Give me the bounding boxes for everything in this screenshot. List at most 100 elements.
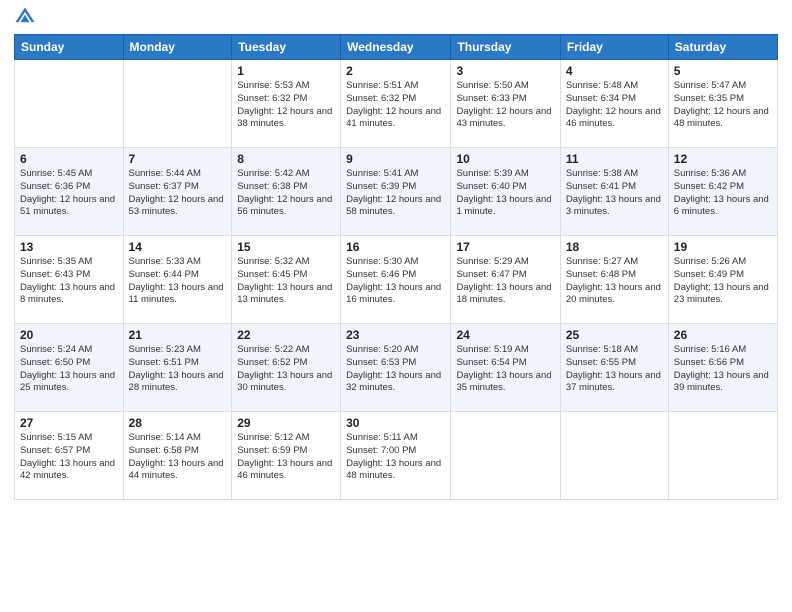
weekday-header-tuesday: Tuesday bbox=[232, 35, 341, 60]
day-info: Sunrise: 5:18 AM Sunset: 6:55 PM Dayligh… bbox=[566, 344, 663, 395]
day-info: Sunrise: 5:19 AM Sunset: 6:54 PM Dayligh… bbox=[456, 344, 554, 395]
day-info: Sunrise: 5:48 AM Sunset: 6:34 PM Dayligh… bbox=[566, 80, 663, 131]
calendar-cell: 18 Sunrise: 5:27 AM Sunset: 6:48 PM Dayli… bbox=[560, 236, 668, 324]
day-info: Sunrise: 5:51 AM Sunset: 6:32 PM Dayligh… bbox=[346, 80, 445, 131]
calendar-cell: 11 Sunrise: 5:38 AM Sunset: 6:41 PM Dayli… bbox=[560, 148, 668, 236]
calendar-cell: 14 Sunrise: 5:33 AM Sunset: 6:44 PM Dayli… bbox=[123, 236, 232, 324]
day-number: 15 bbox=[237, 240, 335, 254]
day-number: 29 bbox=[237, 416, 335, 430]
calendar-cell bbox=[668, 412, 777, 500]
calendar-cell: 9 Sunrise: 5:41 AM Sunset: 6:39 PM Daylig… bbox=[341, 148, 451, 236]
day-info: Sunrise: 5:20 AM Sunset: 6:53 PM Dayligh… bbox=[346, 344, 445, 395]
day-number: 26 bbox=[674, 328, 772, 342]
weekday-header-friday: Friday bbox=[560, 35, 668, 60]
day-info: Sunrise: 5:16 AM Sunset: 6:56 PM Dayligh… bbox=[674, 344, 772, 395]
day-number: 4 bbox=[566, 64, 663, 78]
calendar-cell: 30 Sunrise: 5:11 AM Sunset: 7:00 PM Dayli… bbox=[341, 412, 451, 500]
week-row-4: 20 Sunrise: 5:24 AM Sunset: 6:50 PM Dayli… bbox=[15, 324, 778, 412]
day-info: Sunrise: 5:50 AM Sunset: 6:33 PM Dayligh… bbox=[456, 80, 554, 131]
calendar-cell bbox=[123, 60, 232, 148]
day-number: 2 bbox=[346, 64, 445, 78]
day-info: Sunrise: 5:38 AM Sunset: 6:41 PM Dayligh… bbox=[566, 168, 663, 219]
day-number: 16 bbox=[346, 240, 445, 254]
day-info: Sunrise: 5:53 AM Sunset: 6:32 PM Dayligh… bbox=[237, 80, 335, 131]
day-number: 22 bbox=[237, 328, 335, 342]
logo bbox=[14, 10, 38, 28]
day-number: 21 bbox=[129, 328, 227, 342]
calendar-cell: 13 Sunrise: 5:35 AM Sunset: 6:43 PM Dayli… bbox=[15, 236, 124, 324]
day-info: Sunrise: 5:11 AM Sunset: 7:00 PM Dayligh… bbox=[346, 432, 445, 483]
weekday-header-saturday: Saturday bbox=[668, 35, 777, 60]
calendar-cell: 21 Sunrise: 5:23 AM Sunset: 6:51 PM Dayli… bbox=[123, 324, 232, 412]
weekday-header-monday: Monday bbox=[123, 35, 232, 60]
calendar-cell bbox=[560, 412, 668, 500]
day-number: 14 bbox=[129, 240, 227, 254]
page: SundayMondayTuesdayWednesdayThursdayFrid… bbox=[0, 0, 792, 612]
day-info: Sunrise: 5:33 AM Sunset: 6:44 PM Dayligh… bbox=[129, 256, 227, 307]
day-info: Sunrise: 5:35 AM Sunset: 6:43 PM Dayligh… bbox=[20, 256, 118, 307]
header bbox=[14, 10, 778, 28]
day-number: 30 bbox=[346, 416, 445, 430]
calendar-cell: 23Sunrise: 5:20 AM Sunset: 6:53 PM Dayli… bbox=[341, 324, 451, 412]
calendar-cell: 6 Sunrise: 5:45 AM Sunset: 6:36 PM Daylig… bbox=[15, 148, 124, 236]
day-number: 9 bbox=[346, 152, 445, 166]
day-info: Sunrise: 5:30 AM Sunset: 6:46 PM Dayligh… bbox=[346, 256, 445, 307]
calendar-cell: 26 Sunrise: 5:16 AM Sunset: 6:56 PM Dayli… bbox=[668, 324, 777, 412]
day-info: Sunrise: 5:26 AM Sunset: 6:49 PM Dayligh… bbox=[674, 256, 772, 307]
day-info: Sunrise: 5:41 AM Sunset: 6:39 PM Dayligh… bbox=[346, 168, 445, 219]
calendar-cell: 27Sunrise: 5:15 AM Sunset: 6:57 PM Dayli… bbox=[15, 412, 124, 500]
day-info: Sunrise: 5:12 AM Sunset: 6:59 PM Dayligh… bbox=[237, 432, 335, 483]
weekday-header-thursday: Thursday bbox=[451, 35, 560, 60]
day-number: 27 bbox=[20, 416, 118, 430]
day-number: 8 bbox=[237, 152, 335, 166]
day-number: 25 bbox=[566, 328, 663, 342]
weekday-header-row: SundayMondayTuesdayWednesdayThursdayFrid… bbox=[15, 35, 778, 60]
logo-icon bbox=[14, 6, 36, 28]
day-number: 13 bbox=[20, 240, 118, 254]
day-info: Sunrise: 5:24 AM Sunset: 6:50 PM Dayligh… bbox=[20, 344, 118, 395]
calendar-cell: 17 Sunrise: 5:29 AM Sunset: 6:47 PM Dayli… bbox=[451, 236, 560, 324]
day-info: Sunrise: 5:42 AM Sunset: 6:38 PM Dayligh… bbox=[237, 168, 335, 219]
calendar-cell: 7Sunrise: 5:44 AM Sunset: 6:37 PM Daylig… bbox=[123, 148, 232, 236]
day-number: 28 bbox=[129, 416, 227, 430]
calendar: SundayMondayTuesdayWednesdayThursdayFrid… bbox=[14, 34, 778, 500]
day-number: 5 bbox=[674, 64, 772, 78]
weekday-header-wednesday: Wednesday bbox=[341, 35, 451, 60]
day-number: 10 bbox=[456, 152, 554, 166]
calendar-cell: 25 Sunrise: 5:18 AM Sunset: 6:55 PM Dayli… bbox=[560, 324, 668, 412]
day-number: 6 bbox=[20, 152, 118, 166]
day-number: 11 bbox=[566, 152, 663, 166]
calendar-cell: 22Sunrise: 5:22 AM Sunset: 6:52 PM Dayli… bbox=[232, 324, 341, 412]
day-number: 18 bbox=[566, 240, 663, 254]
day-number: 20 bbox=[20, 328, 118, 342]
calendar-cell: 28 Sunrise: 5:14 AM Sunset: 6:58 PM Dayli… bbox=[123, 412, 232, 500]
calendar-cell: 3 Sunrise: 5:50 AM Sunset: 6:33 PM Daylig… bbox=[451, 60, 560, 148]
day-info: Sunrise: 5:14 AM Sunset: 6:58 PM Dayligh… bbox=[129, 432, 227, 483]
weekday-header-sunday: Sunday bbox=[15, 35, 124, 60]
day-number: 1 bbox=[237, 64, 335, 78]
day-info: Sunrise: 5:47 AM Sunset: 6:35 PM Dayligh… bbox=[674, 80, 772, 131]
calendar-cell: 29 Sunrise: 5:12 AM Sunset: 6:59 PM Dayli… bbox=[232, 412, 341, 500]
calendar-cell: 15 Sunrise: 5:32 AM Sunset: 6:45 PM Dayli… bbox=[232, 236, 341, 324]
calendar-cell bbox=[451, 412, 560, 500]
day-info: Sunrise: 5:29 AM Sunset: 6:47 PM Dayligh… bbox=[456, 256, 554, 307]
calendar-cell: 1 Sunrise: 5:53 AM Sunset: 6:32 PM Daylig… bbox=[232, 60, 341, 148]
day-number: 24 bbox=[456, 328, 554, 342]
calendar-cell: 20 Sunrise: 5:24 AM Sunset: 6:50 PM Dayli… bbox=[15, 324, 124, 412]
day-info: Sunrise: 5:23 AM Sunset: 6:51 PM Dayligh… bbox=[129, 344, 227, 395]
day-info: Sunrise: 5:32 AM Sunset: 6:45 PM Dayligh… bbox=[237, 256, 335, 307]
calendar-cell bbox=[15, 60, 124, 148]
calendar-cell: 24 Sunrise: 5:19 AM Sunset: 6:54 PM Dayli… bbox=[451, 324, 560, 412]
day-number: 17 bbox=[456, 240, 554, 254]
day-number: 3 bbox=[456, 64, 554, 78]
day-info: Sunrise: 5:39 AM Sunset: 6:40 PM Dayligh… bbox=[456, 168, 554, 219]
week-row-3: 13 Sunrise: 5:35 AM Sunset: 6:43 PM Dayli… bbox=[15, 236, 778, 324]
day-info: Sunrise: 5:45 AM Sunset: 6:36 PM Dayligh… bbox=[20, 168, 118, 219]
week-row-5: 27Sunrise: 5:15 AM Sunset: 6:57 PM Dayli… bbox=[15, 412, 778, 500]
day-info: Sunrise: 5:27 AM Sunset: 6:48 PM Dayligh… bbox=[566, 256, 663, 307]
day-number: 7 bbox=[129, 152, 227, 166]
week-row-1: 1 Sunrise: 5:53 AM Sunset: 6:32 PM Daylig… bbox=[15, 60, 778, 148]
calendar-cell: 5 Sunrise: 5:47 AM Sunset: 6:35 PM Daylig… bbox=[668, 60, 777, 148]
calendar-cell: 10 Sunrise: 5:39 AM Sunset: 6:40 PM Dayli… bbox=[451, 148, 560, 236]
day-info: Sunrise: 5:36 AM Sunset: 6:42 PM Dayligh… bbox=[674, 168, 772, 219]
